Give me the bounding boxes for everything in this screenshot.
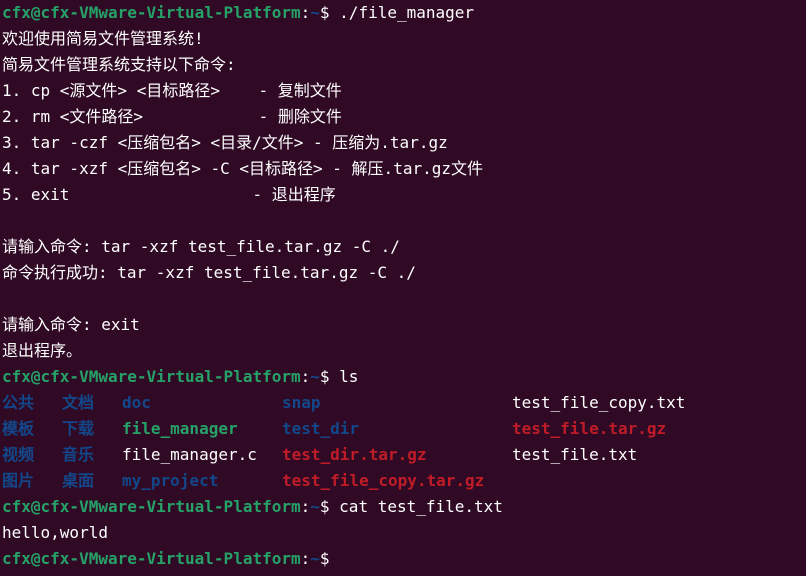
output-supports: 简易文件管理系统支持以下命令: [2, 55, 236, 74]
output-cat: hello,world [2, 523, 108, 542]
prompt-line-4[interactable]: cfx@cfx-VMware-Virtual-Platform:~$ [2, 546, 806, 572]
prompt-separator: : [300, 497, 311, 516]
output-success-1: 命令执行成功: tar -xzf test_file.tar.gz -C ./ [2, 263, 416, 282]
menu-item-5: 5. exit - 退出程序 [2, 185, 336, 204]
prompt-symbol: $ [319, 3, 340, 22]
ls-entry: file_manager.c [122, 445, 257, 464]
ls-entry: 音乐 [62, 445, 95, 464]
ls-entry: test_file.txt [512, 445, 638, 464]
ls-entry: 公共 [2, 393, 35, 412]
ls-entry: test_file_copy.txt [512, 393, 686, 412]
prompt-userhost: cfx@cfx-VMware-Virtual-Platform [2, 3, 301, 22]
ls-entry: 文档 [62, 393, 95, 412]
command-text: cat test_file.txt [339, 497, 503, 516]
command-text: ./file_manager [339, 3, 475, 22]
prompt-separator: : [300, 549, 311, 568]
ls-entry: snap [282, 393, 321, 412]
prompt-line-1: cfx@cfx-VMware-Virtual-Platform:~$ ./fil… [2, 0, 806, 26]
menu-item-3: 3. tar -czf <压缩包名> <目录/文件> - 压缩为.tar.gz [2, 133, 448, 152]
ls-entry: file_manager [122, 419, 238, 438]
prompt-path: ~ [310, 497, 320, 516]
output-welcome: 欢迎使用简易文件管理系统! [2, 29, 204, 48]
prompt-path: ~ [310, 549, 320, 568]
prompt-path: ~ [310, 3, 320, 22]
ls-entry: 下载 [62, 419, 95, 438]
output-input-1: 请输入命令: tar -xzf test_file.tar.gz -C ./ [2, 237, 400, 256]
command-text: ls [339, 367, 359, 386]
ls-entry: 模板 [2, 419, 35, 438]
ls-entry: 桌面 [62, 471, 95, 490]
ls-row: 公共 文档 doc snap test_file_copy.txt [2, 390, 806, 416]
ls-row: 图片 桌面 my_project test_file_copy.tar.gz [2, 468, 806, 494]
prompt-symbol: $ [319, 367, 340, 386]
prompt-path: ~ [310, 367, 320, 386]
ls-entry: my_project [122, 471, 219, 490]
output-input-2: 请输入命令: exit [2, 315, 140, 334]
prompt-userhost: cfx@cfx-VMware-Virtual-Platform [2, 367, 301, 386]
prompt-userhost: cfx@cfx-VMware-Virtual-Platform [2, 497, 301, 516]
prompt-separator: : [300, 3, 311, 22]
ls-entry: test_dir.tar.gz [282, 445, 427, 464]
ls-entry: doc [122, 393, 151, 412]
menu-item-1: 1. cp <源文件> <目标路径> - 复制文件 [2, 81, 342, 100]
ls-entry: test_file.tar.gz [512, 419, 667, 438]
ls-row: 视频 音乐 file_manager.c test_dir.tar.gz test_fi… [2, 442, 806, 468]
prompt-symbol: $ [319, 497, 340, 516]
prompt-line-2: cfx@cfx-VMware-Virtual-Platform:~$ ls [2, 364, 806, 390]
menu-item-4: 4. tar -xzf <压缩包名> -C <目标路径> - 解压.tar.gz… [2, 159, 483, 178]
ls-entry: 视频 [2, 445, 35, 464]
ls-entry: test_dir [282, 419, 360, 438]
output-exit: 退出程序。 [2, 341, 83, 360]
prompt-separator: : [300, 367, 311, 386]
prompt-symbol: $ [319, 549, 340, 568]
prompt-line-3: cfx@cfx-VMware-Virtual-Platform:~$ cat t… [2, 494, 806, 520]
ls-entry: test_file_copy.tar.gz [282, 471, 485, 490]
prompt-userhost: cfx@cfx-VMware-Virtual-Platform [2, 549, 301, 568]
menu-item-2: 2. rm <文件路径> - 删除文件 [2, 107, 342, 126]
ls-entry: 图片 [2, 471, 35, 490]
ls-row: 模板 下载 file_manager test_dir test_file.tar.gz [2, 416, 806, 442]
terminal-window[interactable]: cfx@cfx-VMware-Virtual-Platform:~$ ./fil… [0, 0, 806, 576]
